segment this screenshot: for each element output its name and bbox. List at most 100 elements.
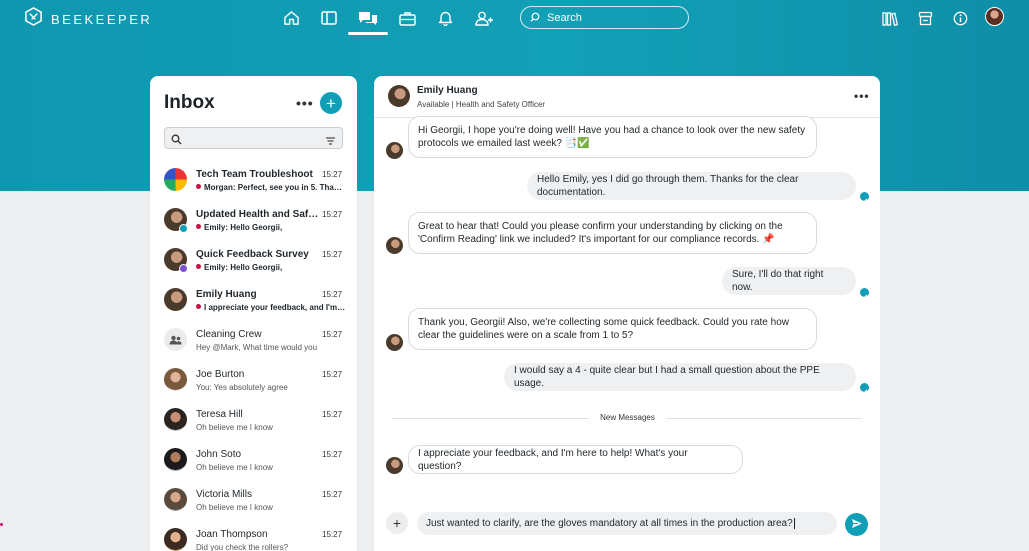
- unread-dot: [196, 304, 201, 309]
- profile-avatar[interactable]: [985, 7, 1004, 26]
- conversation-item[interactable]: Quick Feedback Survey 15:27 Emily: Hello G…: [150, 244, 357, 284]
- unread-dot: [196, 264, 201, 269]
- news-feed-icon[interactable]: [318, 7, 340, 29]
- conversation-avatar: [164, 488, 187, 511]
- conversation-preview-text: Oh believe me I know: [196, 503, 273, 512]
- message-line: protocols we emailed last week? 📑✅: [418, 138, 590, 149]
- contact-name[interactable]: Emily Huang: [417, 85, 478, 96]
- sender-avatar[interactable]: [386, 142, 403, 159]
- message-line: Hello Emily, yes I did go through them. …: [537, 174, 799, 198]
- conversation-item[interactable]: Updated Health and Safety Protocols15:27…: [150, 204, 357, 244]
- incoming-message[interactable]: Thank you, Georgii! Also, we're collecti…: [408, 308, 817, 350]
- chats-icon[interactable]: [357, 7, 379, 29]
- conversation-item[interactable]: Joan Thompson 15:27 Did you check the roll…: [150, 524, 357, 551]
- beekeeper-logo-icon: [24, 7, 43, 31]
- message-text: I would say a 4 - quite clear but I had …: [514, 364, 846, 390]
- store-icon[interactable]: [914, 7, 936, 29]
- unread-dot: [196, 184, 201, 189]
- conversation-preview: Emily: Hello Georgii,: [196, 263, 346, 272]
- conversation-time: 15:27: [322, 530, 343, 539]
- inbox-panel: Inbox ••• + Tech Team Troubleshoot 15:27 M…: [150, 76, 357, 551]
- sender-avatar[interactable]: [386, 457, 403, 474]
- people-icon[interactable]: [473, 7, 495, 29]
- divider-line: [666, 418, 862, 419]
- attach-button[interactable]: +: [386, 512, 408, 534]
- conversation-preview-text: Did you check the rollers?: [196, 543, 289, 551]
- global-search-input[interactable]: Search: [520, 6, 689, 29]
- conversation-name: John Soto: [196, 449, 242, 460]
- conversation-item[interactable]: Teresa Hill 15:27 Oh believe me I know: [150, 404, 357, 444]
- incoming-message[interactable]: Great to hear that! Could you please con…: [408, 212, 817, 254]
- conversation-name: Joe Burton: [196, 369, 245, 380]
- message-input[interactable]: Just wanted to clarify, are the gloves m…: [417, 512, 837, 535]
- conversation-time: 15:27: [322, 490, 343, 499]
- message-text: Hi Georgii, I hope you're doing well! Ha…: [418, 124, 805, 150]
- conversation-item[interactable]: Cleaning Crew 15:27 Hey @Mark, What time w…: [150, 324, 357, 364]
- search-icon: [530, 9, 540, 27]
- incoming-message[interactable]: Hi Georgii, I hope you're doing well! Ha…: [408, 116, 817, 158]
- message-line: Great to hear that! Could you please con…: [418, 221, 783, 232]
- conversation-time: 15:27: [322, 450, 343, 459]
- unread-dot: [196, 224, 201, 229]
- brand-name: BEEKEEPER: [51, 11, 153, 27]
- outgoing-message[interactable]: Sure, I'll do that right now.: [722, 267, 856, 295]
- search-icon: [171, 132, 182, 150]
- conversation-preview: Emily: Hello Georgii,: [196, 223, 346, 232]
- group-avatar: [164, 328, 187, 351]
- message-line: I appreciate your feedback, and I'm here…: [418, 447, 688, 472]
- home-icon[interactable]: [280, 7, 302, 29]
- conversation-time: 15:27: [322, 210, 343, 219]
- conversation-avatar: [164, 408, 187, 431]
- conversation-item[interactable]: Victoria Mills 15:27 Oh believe me I know: [150, 484, 357, 524]
- filter-icon[interactable]: [325, 133, 336, 151]
- contact-status: Available | Health and Safety Officer: [417, 100, 546, 109]
- channel-badge-icon: [179, 224, 188, 233]
- conversation-item[interactable]: Joe Burton 15:27 You: Yes absolutely agree: [150, 364, 357, 404]
- notifications-icon[interactable]: [434, 7, 456, 29]
- sender-avatar[interactable]: [386, 237, 403, 254]
- brand-logo[interactable]: BEEKEEPER: [24, 7, 152, 31]
- chat-panel: Emily Huang Available | Health and Safet…: [374, 76, 880, 551]
- active-tab-indicator: [348, 32, 388, 35]
- conversation-item[interactable]: Tech Team Troubleshoot 15:27 Morgan: Perfe…: [150, 164, 357, 204]
- chat-header: Emily Huang Available | Health and Safet…: [374, 76, 880, 118]
- conversation-preview-text: Oh believe me I know: [196, 463, 273, 472]
- message-line: I would say a 4 - quite clear but I had …: [514, 365, 820, 389]
- incoming-message[interactable]: I appreciate your feedback, and I'm here…: [408, 445, 743, 474]
- conversation-preview-text: Emily: Hello Georgii,: [204, 263, 283, 272]
- message-input-value: Just wanted to clarify, are the gloves m…: [426, 518, 793, 529]
- contact-avatar[interactable]: [388, 85, 410, 107]
- new-messages-divider: New Messages: [600, 413, 655, 422]
- inbox-more-options-button[interactable]: •••: [296, 95, 314, 111]
- group-icon: [169, 335, 182, 344]
- conversation-preview-text: Morgan: Perfect, see you in 5. Thanks!: [204, 183, 346, 192]
- sender-avatar[interactable]: [386, 334, 403, 351]
- new-conversation-button[interactable]: +: [320, 92, 342, 114]
- info-icon[interactable]: [949, 7, 971, 29]
- conversation-name: Teresa Hill: [196, 409, 243, 420]
- send-button[interactable]: [845, 513, 868, 536]
- search-placeholder: Search: [547, 11, 582, 24]
- conversation-time: 15:27: [322, 410, 343, 419]
- library-icon[interactable]: [879, 7, 901, 29]
- message-text: Hello Emily, yes I did go through them. …: [537, 173, 846, 199]
- message-line: 'Confirm Reading' link we included? It's…: [418, 234, 775, 245]
- outgoing-message[interactable]: Hello Emily, yes I did go through them. …: [527, 172, 856, 200]
- chat-more-options-button[interactable]: •••: [854, 89, 870, 103]
- conversation-avatar: [164, 288, 187, 311]
- tools-icon[interactable]: [396, 7, 418, 29]
- message-text: I appreciate your feedback, and I'm here…: [418, 447, 733, 473]
- conversation-preview: Hey @Mark, What time would you: [196, 343, 346, 352]
- conversation-avatar: [164, 168, 187, 191]
- inbox-search-input[interactable]: [164, 127, 343, 149]
- conversation-item[interactable]: John Soto 15:27 Oh believe me I know: [150, 444, 357, 484]
- conversation-item[interactable]: Emily Huang 15:27 I appreciate your feedba…: [150, 284, 357, 324]
- conversation-preview-text: You: Yes absolutely agree: [196, 383, 288, 392]
- conversation-avatar: [164, 448, 187, 471]
- outgoing-message[interactable]: I would say a 4 - quite clear but I had …: [504, 363, 856, 391]
- conversation-preview: Oh believe me I know: [196, 463, 346, 472]
- inbox-title: Inbox: [164, 92, 215, 113]
- conversation-preview-text: Oh believe me I know: [196, 423, 273, 432]
- conversation-preview-text: I appreciate your feedback, and I'm here…: [204, 303, 346, 312]
- text-caret: [793, 518, 795, 529]
